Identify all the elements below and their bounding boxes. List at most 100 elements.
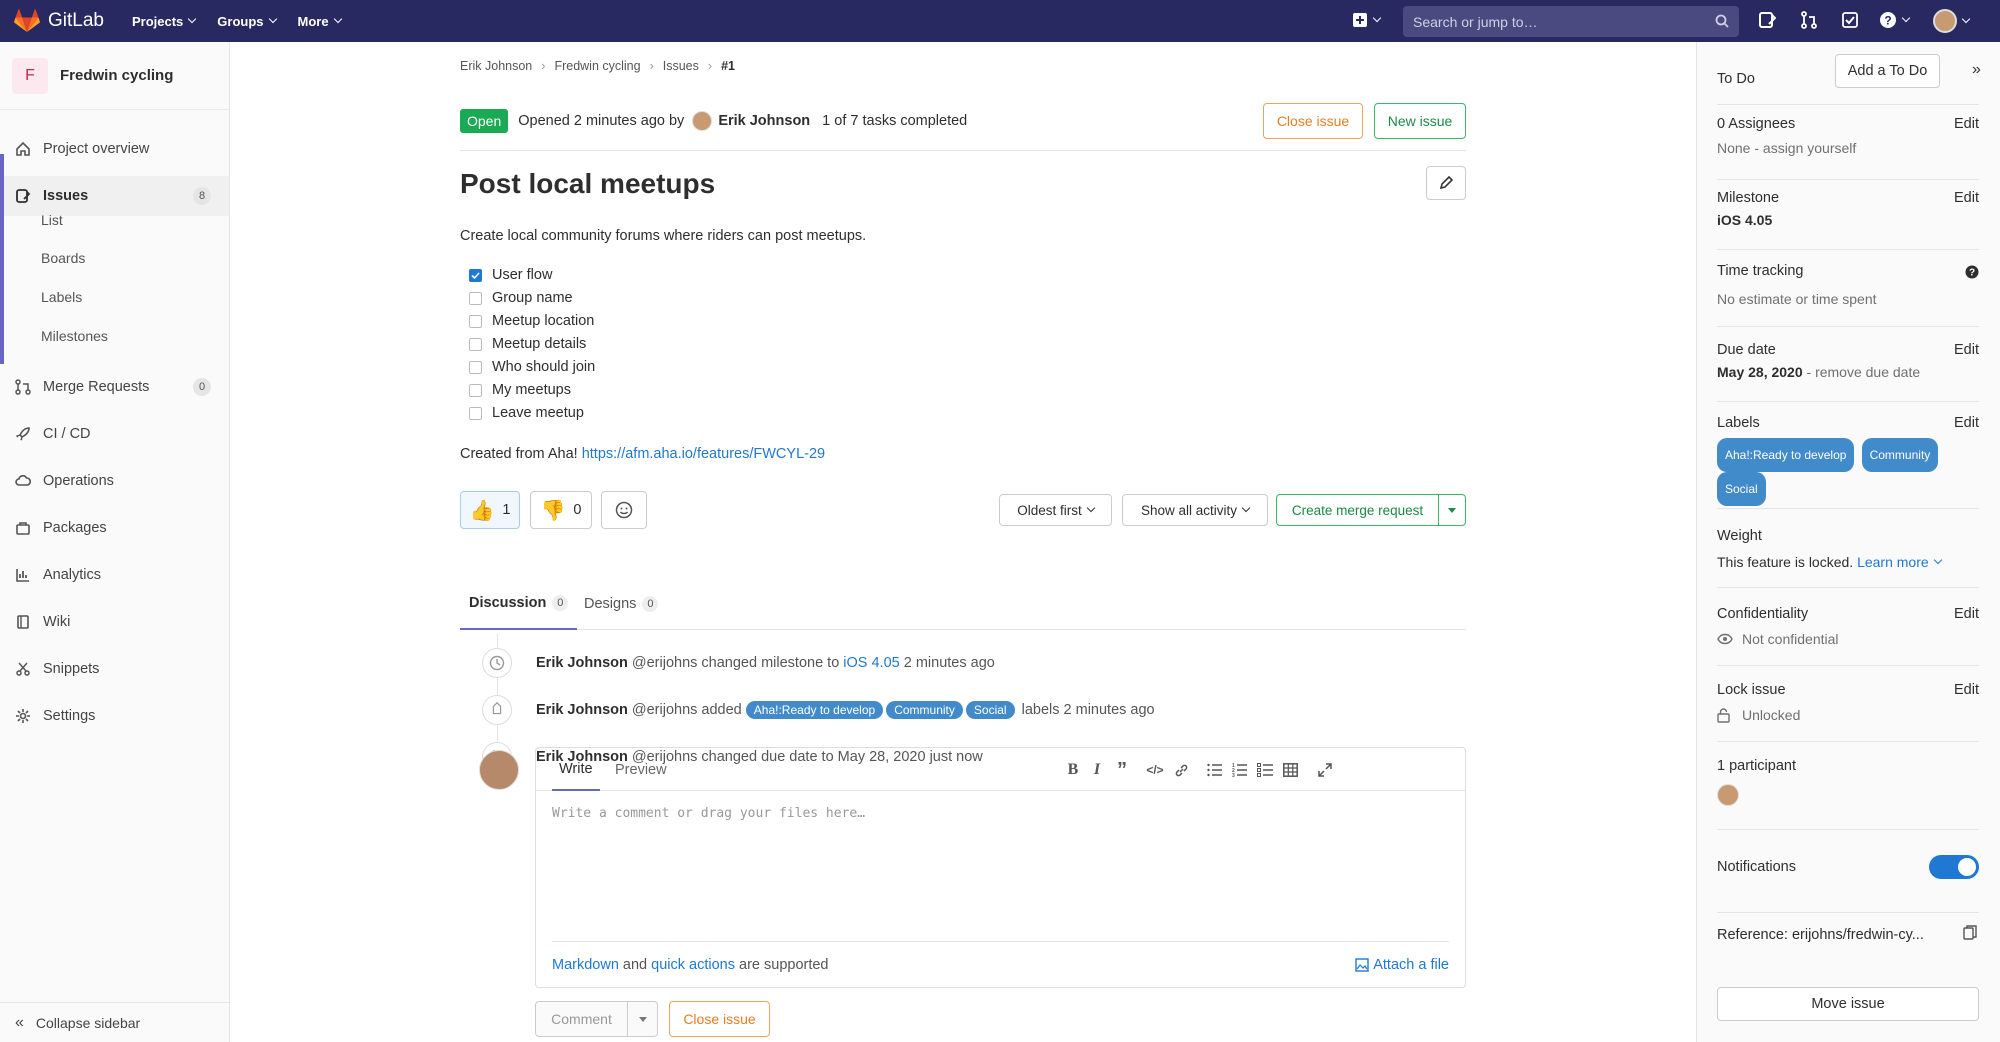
note-author[interactable]: Erik Johnson [536, 702, 628, 718]
breadcrumb-issues[interactable]: Issues [663, 59, 699, 73]
activity-filter-dropdown[interactable]: Show all activity [1122, 494, 1268, 526]
assignees-edit-link[interactable]: Edit [1954, 116, 1979, 132]
label-pill[interactable]: Social [1717, 472, 1766, 506]
new-issue-button[interactable]: New issue [1374, 103, 1466, 139]
comment-button[interactable]: Comment [535, 1001, 628, 1037]
gitlab-logo[interactable]: GitLab [14, 9, 104, 33]
task-item[interactable]: Meetup details [469, 336, 586, 352]
sidebar-subitem-boards[interactable]: Boards [41, 250, 85, 266]
thumbsdown-award-button[interactable]: 👎 0 [530, 491, 592, 529]
add-reaction-button[interactable] [601, 491, 647, 529]
task-item[interactable]: Who should join [469, 359, 595, 375]
sidebar-item-cicd[interactable]: CI / CD [0, 414, 229, 454]
comment-type-dropdown[interactable] [627, 1001, 658, 1037]
sidebar-subitem-milestones[interactable]: Milestones [41, 328, 108, 344]
milestone-value[interactable]: iOS 4.05 [1717, 212, 1979, 228]
confidentiality-edit-link[interactable]: Edit [1954, 606, 1979, 622]
sidebar-item-issues[interactable]: Issues 8 [0, 176, 229, 216]
sidebar-item-operations[interactable]: Operations [0, 461, 229, 501]
sidebar-item-settings[interactable]: Settings [0, 696, 229, 736]
aha-feature-link[interactable]: https://afm.aha.io/features/FWCYL-29 [582, 446, 825, 462]
due-date-edit-link[interactable]: Edit [1954, 342, 1979, 358]
help-dropdown[interactable]: ? [1879, 11, 1911, 29]
milestone-edit-link[interactable]: Edit [1954, 190, 1979, 206]
sidebar-item-packages[interactable]: Packages [0, 508, 229, 548]
tab-write[interactable]: Write [552, 748, 600, 791]
help-icon[interactable]: ? [1965, 265, 1979, 279]
milestone-link[interactable]: iOS 4.05 [843, 655, 899, 671]
table-icon[interactable] [1281, 762, 1299, 778]
tab-designs[interactable]: Designs 0 [584, 578, 659, 630]
collapse-right-sidebar-icon[interactable]: » [1972, 61, 1981, 79]
task-item[interactable]: Group name [469, 290, 573, 306]
sidebar-item-snippets[interactable]: Snippets [0, 649, 229, 689]
sidebar-subitem-list[interactable]: List [41, 212, 63, 228]
breadcrumb-project[interactable]: Fredwin cycling [554, 59, 640, 73]
breadcrumb-current[interactable]: #1 [721, 59, 735, 73]
search-input[interactable]: Search or jump to… [1403, 6, 1739, 37]
task-item[interactable]: User flow [469, 267, 552, 283]
notifications-toggle[interactable] [1929, 855, 1979, 879]
sidebar-item-project-overview[interactable]: Project overview [0, 129, 229, 169]
link-icon[interactable] [1172, 762, 1190, 778]
sidebar-item-merge-requests[interactable]: Merge Requests 0 [0, 367, 229, 407]
italic-icon[interactable]: I [1088, 761, 1106, 778]
avatar[interactable] [1717, 784, 1739, 806]
checkbox[interactable] [469, 360, 482, 374]
quote-icon[interactable]: ” [1113, 759, 1131, 781]
checkbox-checked[interactable] [469, 268, 482, 282]
lock-issue-edit-link[interactable]: Edit [1954, 682, 1979, 698]
close-issue-button[interactable]: Close issue [1263, 103, 1363, 139]
note-author[interactable]: Erik Johnson [536, 655, 628, 671]
add-todo-button[interactable]: Add a To Do [1835, 54, 1940, 88]
task-item[interactable]: Leave meetup [469, 405, 584, 421]
checkbox[interactable] [469, 406, 482, 420]
numbered-list-icon[interactable]: 123 [1231, 762, 1249, 778]
comment-textarea[interactable]: Write a comment or drag your files here… [552, 806, 865, 821]
nav-groups[interactable]: Groups [217, 14, 277, 29]
tab-discussion[interactable]: Discussion 0 [460, 578, 578, 630]
checkbox[interactable] [469, 337, 482, 351]
label-pill[interactable]: Aha!:Ready to develop [1717, 438, 1855, 472]
quick-actions-link[interactable]: quick actions [651, 957, 735, 973]
new-dropdown-button[interactable] [1352, 12, 1382, 28]
labels-edit-link[interactable]: Edit [1954, 415, 1979, 431]
attach-file-button[interactable]: Attach a file [1355, 957, 1449, 973]
issues-icon[interactable] [1758, 11, 1776, 29]
merge-request-icon[interactable] [1800, 11, 1818, 29]
user-menu[interactable] [1933, 9, 1971, 33]
thumbsup-award-button[interactable]: 👍 1 [460, 491, 520, 529]
label-pill[interactable]: Community [1861, 438, 1939, 472]
remove-due-date-link[interactable]: - remove due date [1807, 364, 1921, 380]
checkbox[interactable] [469, 383, 482, 397]
code-icon[interactable]: </> [1146, 762, 1164, 778]
nav-projects[interactable]: Projects [132, 14, 197, 29]
sidebar-item-wiki[interactable]: Wiki [0, 602, 229, 642]
label-pill[interactable]: Social [965, 700, 1015, 719]
fullscreen-icon[interactable] [1316, 762, 1334, 778]
copy-icon[interactable] [1963, 925, 1977, 941]
markdown-link[interactable]: Markdown [552, 957, 619, 973]
label-pill[interactable]: Aha!:Ready to develop [745, 700, 884, 719]
move-issue-button[interactable]: Move issue [1717, 987, 1979, 1021]
breadcrumb-user[interactable]: Erik Johnson [460, 59, 532, 73]
bold-icon[interactable]: B [1064, 761, 1082, 778]
sidebar-subitem-labels[interactable]: Labels [41, 289, 82, 305]
sidebar-item-analytics[interactable]: Analytics [0, 555, 229, 595]
close-issue-bottom-button[interactable]: Close issue [669, 1001, 770, 1037]
nav-more[interactable]: More [298, 14, 342, 29]
author-link[interactable]: Erik Johnson [718, 113, 810, 129]
label-pill[interactable]: Community [886, 700, 963, 719]
project-header[interactable]: F Fredwin cycling [0, 42, 229, 110]
checkbox[interactable] [469, 291, 482, 305]
tab-preview[interactable]: Preview [615, 748, 667, 791]
create-merge-request-button[interactable]: Create merge request [1276, 494, 1439, 526]
edit-title-button[interactable] [1426, 166, 1466, 200]
checkbox[interactable] [469, 314, 482, 328]
assign-yourself-link[interactable]: None - assign yourself [1717, 140, 1979, 156]
collapse-sidebar-button[interactable]: « Collapse sidebar [0, 1002, 229, 1042]
create-mr-dropdown-toggle[interactable] [1438, 494, 1466, 526]
todo-icon[interactable] [1841, 11, 1859, 29]
bullet-list-icon[interactable] [1206, 762, 1224, 778]
learn-more-link[interactable]: Learn more [1857, 554, 1929, 570]
